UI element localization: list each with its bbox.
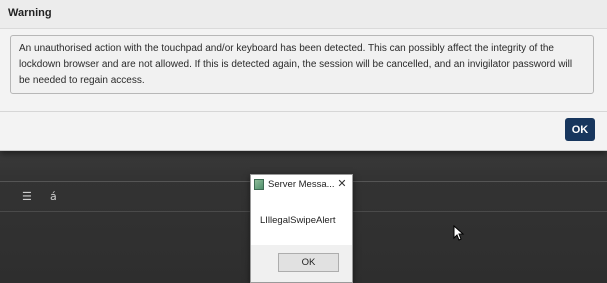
server-ok-button[interactable]: OK xyxy=(278,253,339,272)
warning-ok-button[interactable]: OK xyxy=(565,118,595,141)
warning-message: An unauthorised action with the touchpad… xyxy=(19,43,573,86)
warning-modal: Warning An unauthorised action with the … xyxy=(0,0,607,151)
server-message-dialog: Server Messa... ✕ LIllegalSwipeAlert OK xyxy=(250,174,353,283)
server-dialog-title: Server Messa... xyxy=(268,179,335,190)
app-icon xyxy=(254,179,264,190)
warning-title: Warning xyxy=(8,7,52,19)
warning-message-box: An unauthorised action with the touchpad… xyxy=(10,35,594,94)
server-dialog-body: LIllegalSwipeAlert xyxy=(251,195,352,245)
close-icon[interactable]: ✕ xyxy=(335,177,349,191)
server-dialog-message: LIllegalSwipeAlert xyxy=(260,215,336,226)
warning-header: Warning xyxy=(0,0,607,29)
mouse-pointer-icon xyxy=(453,225,465,241)
list-format-icon[interactable]: ☰ xyxy=(22,191,34,203)
warning-footer-divider xyxy=(0,111,607,112)
server-dialog-titlebar[interactable]: Server Messa... ✕ xyxy=(251,175,352,195)
toolbar-glyph[interactable]: á xyxy=(50,190,57,203)
